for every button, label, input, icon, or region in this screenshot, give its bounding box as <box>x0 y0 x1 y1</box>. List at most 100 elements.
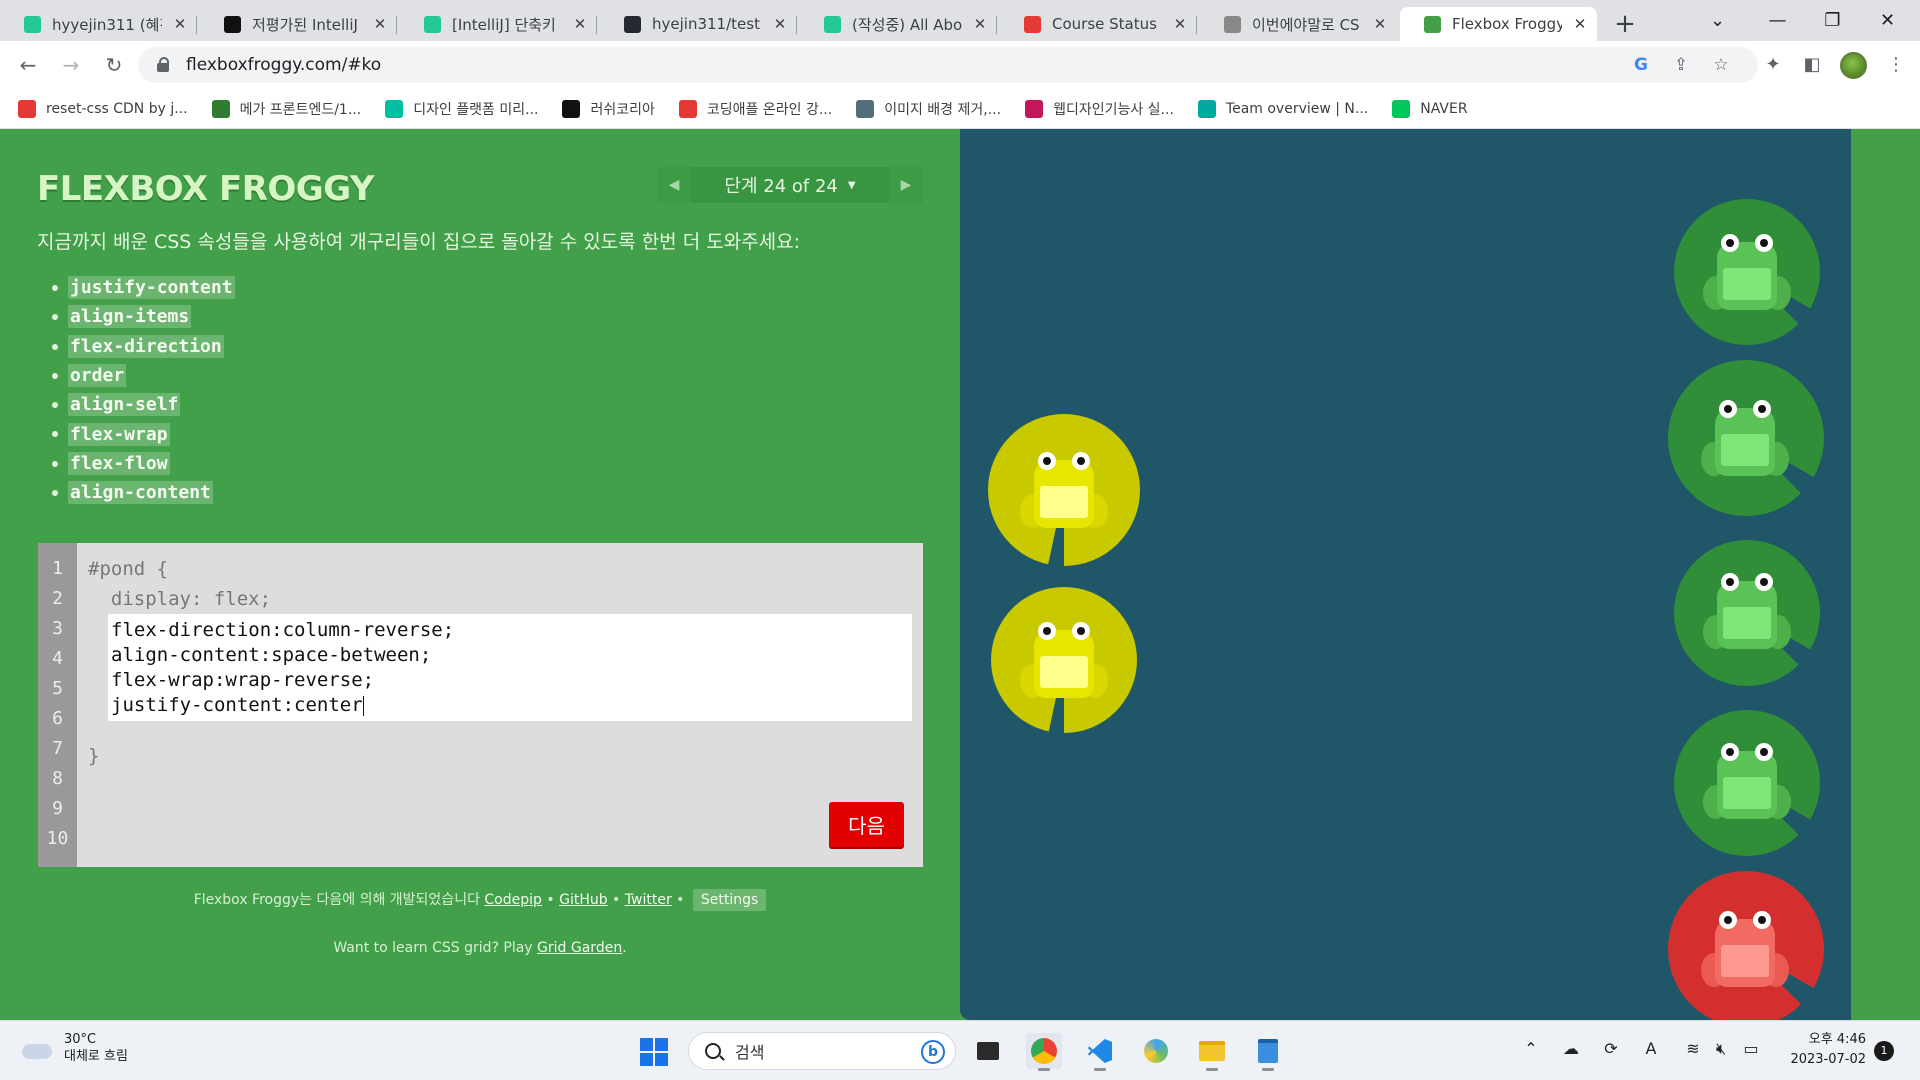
bookmark-item[interactable]: 메가 프론트엔드/1... <box>211 99 362 119</box>
property-code[interactable]: align-items <box>68 305 192 329</box>
tab-close-icon[interactable]: ✕ <box>1571 15 1589 33</box>
file-explorer-icon[interactable] <box>1194 1033 1230 1071</box>
ime-icon[interactable]: A <box>1640 1039 1662 1058</box>
browser-tab[interactable]: 저평가된 IntelliJ ✕ <box>200 7 397 41</box>
github-link[interactable]: GitHub <box>559 892 608 908</box>
tab-title: hyyejin311 (혜진 <box>52 15 162 34</box>
bookmark-star-icon[interactable]: ☆ <box>1711 55 1731 75</box>
battery-icon[interactable]: ▭ <box>1740 1039 1762 1058</box>
maximize-icon[interactable]: ❐ <box>1805 0 1860 41</box>
notepad-icon[interactable] <box>1250 1033 1286 1071</box>
url-text: flexboxfroggy.com/#ko <box>186 55 382 75</box>
tab-close-icon[interactable]: ✕ <box>1371 15 1389 33</box>
property-code[interactable]: justify-content <box>68 276 235 300</box>
bookmark-item[interactable]: 디자인 플랫폼 미리... <box>385 99 538 119</box>
photos-icon[interactable] <box>1138 1033 1174 1069</box>
system-clock[interactable]: 오후 4:46 2023-07-02 <box>1770 1030 1866 1070</box>
property-code[interactable]: align-content <box>68 481 213 505</box>
next-button[interactable]: 다음 <box>829 802 904 847</box>
minimize-icon[interactable]: — <box>1750 0 1805 41</box>
back-button[interactable]: ← <box>13 50 43 80</box>
taskbar-search[interactable]: 검색 b <box>688 1032 956 1070</box>
vscode-icon[interactable] <box>1082 1033 1118 1071</box>
property-item: flex-direction <box>52 332 235 361</box>
line-number: 7 <box>52 738 63 759</box>
bookmark-label: 웹디자인기능사 실... <box>1053 101 1174 118</box>
property-code[interactable]: flex-wrap <box>68 422 170 446</box>
chrome-icon[interactable] <box>1026 1033 1062 1071</box>
property-item: align-items <box>52 302 235 331</box>
chevron-up-icon[interactable]: ⌃ <box>1520 1039 1542 1058</box>
google-icon[interactable]: G <box>1631 55 1651 75</box>
side-panel-icon[interactable]: ◧ <box>1801 54 1823 76</box>
browser-tab[interactable]: (작성중) All Abou ✕ <box>800 7 997 41</box>
property-code[interactable]: flex-flow <box>68 451 170 475</box>
bookmark-item[interactable]: 이미지 배경 제거,... <box>856 99 1001 119</box>
browser-tab[interactable]: Course Status - ✕ <box>1000 7 1197 41</box>
tab-title: hyejin311/test <box>652 15 760 33</box>
new-tab-button[interactable]: + <box>1605 7 1645 41</box>
window-close-icon[interactable]: ✕ <box>1860 0 1915 41</box>
browser-tab[interactable]: hyejin311/test ✕ <box>600 7 797 41</box>
codepip-link[interactable]: Codepip <box>484 892 542 908</box>
reload-button[interactable]: ↻ <box>99 50 129 80</box>
next-level-button[interactable]: ▶ <box>889 167 923 203</box>
tab-close-icon[interactable]: ✕ <box>171 15 189 33</box>
extensions-icon[interactable]: ✦ <box>1762 54 1784 76</box>
frog-icon <box>1424 16 1441 33</box>
bing-icon[interactable]: b <box>921 1040 945 1064</box>
windows-start-icon[interactable] <box>640 1038 668 1066</box>
reload-icon: ↻ <box>105 53 123 77</box>
browser-tab[interactable]: Flexbox Froggy - ✕ <box>1400 7 1597 41</box>
clock-date: 2023-07-02 <box>1790 1052 1866 1067</box>
tab-search-chevron-icon[interactable]: ⌄ <box>1690 0 1745 41</box>
property-item: flex-flow <box>52 449 235 478</box>
bookmark-item[interactable]: 코딩애플 온라인 강... <box>678 99 832 119</box>
tab-close-icon[interactable]: ✕ <box>1171 15 1189 33</box>
wifi-icon[interactable]: ≋ <box>1682 1039 1704 1058</box>
bookmark-item[interactable]: 러쉬코리아 <box>562 99 655 119</box>
bookmark-item[interactable]: NAVER <box>1392 99 1468 118</box>
onedrive-icon[interactable]: ☁ <box>1560 1039 1582 1058</box>
forward-button[interactable]: → <box>56 50 86 80</box>
tab-close-icon[interactable]: ✕ <box>771 15 789 33</box>
tab-close-icon[interactable]: ✕ <box>371 15 389 33</box>
profile-avatar[interactable] <box>1840 52 1867 79</box>
line-number: 8 <box>52 768 63 789</box>
previous-level-button[interactable]: ◀ <box>657 167 691 203</box>
property-item: align-self <box>52 390 235 419</box>
bookmark-favicon-icon <box>1197 99 1216 118</box>
browser-tab[interactable]: [IntelliJ] 단축키 ✕ <box>400 7 597 41</box>
bookmark-label: 메가 프론트엔드/1... <box>239 101 362 118</box>
property-code[interactable]: align-self <box>68 393 181 417</box>
bookmark-item[interactable]: 웹디자인기능사 실... <box>1025 99 1174 119</box>
sidebar: FLEXBOX FROGGY ◀ 단계 24 of 24 ▼ ▶ 지금까지 배운… <box>0 129 960 1020</box>
code-input[interactable]: flex-direction:column-reverse; align-con… <box>108 614 912 721</box>
tab-close-icon[interactable]: ✕ <box>971 15 989 33</box>
bookmark-item[interactable]: reset-css CDN by j... <box>18 99 188 118</box>
flexbox-froggy-page: FLEXBOX FROGGY ◀ 단계 24 of 24 ▼ ▶ 지금까지 배운… <box>0 129 1920 1020</box>
notification-badge[interactable]: 1 <box>1874 1041 1894 1061</box>
property-code[interactable]: flex-direction <box>68 334 224 358</box>
line-number: 10 <box>46 828 69 849</box>
twitter-link[interactable]: Twitter <box>625 892 672 908</box>
sync-icon[interactable]: ⟳ <box>1600 1039 1622 1058</box>
browser-tab[interactable]: hyyejin311 (혜진 ✕ <box>0 7 197 41</box>
address-bar[interactable]: flexboxfroggy.com/#ko G ⇪ ☆ <box>138 47 1758 83</box>
level-selector[interactable]: 단계 24 of 24 ▼ <box>691 167 889 203</box>
bookmark-label: 디자인 플랫폼 미리... <box>413 101 539 118</box>
share-icon[interactable]: ⇪ <box>1671 55 1691 75</box>
tab-close-icon[interactable]: ✕ <box>571 15 589 33</box>
settings-button[interactable]: Settings <box>692 889 767 911</box>
bookmark-label: Team overview | N... <box>1225 100 1369 117</box>
property-code[interactable]: order <box>68 364 127 388</box>
volume-muted-icon[interactable]: 🔇︎ <box>1710 1039 1732 1059</box>
browser-tab[interactable]: 이번에야말로 CS ✕ <box>1200 7 1397 41</box>
bookmark-item[interactable]: Team overview | N... <box>1197 99 1369 118</box>
v-icon <box>824 16 841 33</box>
task-view-icon[interactable] <box>970 1033 1006 1069</box>
menu-icon[interactable]: ⋮ <box>1885 54 1907 76</box>
weather-widget[interactable]: 30°C 대체로 흐림 <box>22 1031 128 1065</box>
grid-garden-link[interactable]: Grid Garden <box>537 940 622 956</box>
input-line: align-content:space-between; <box>111 644 432 666</box>
